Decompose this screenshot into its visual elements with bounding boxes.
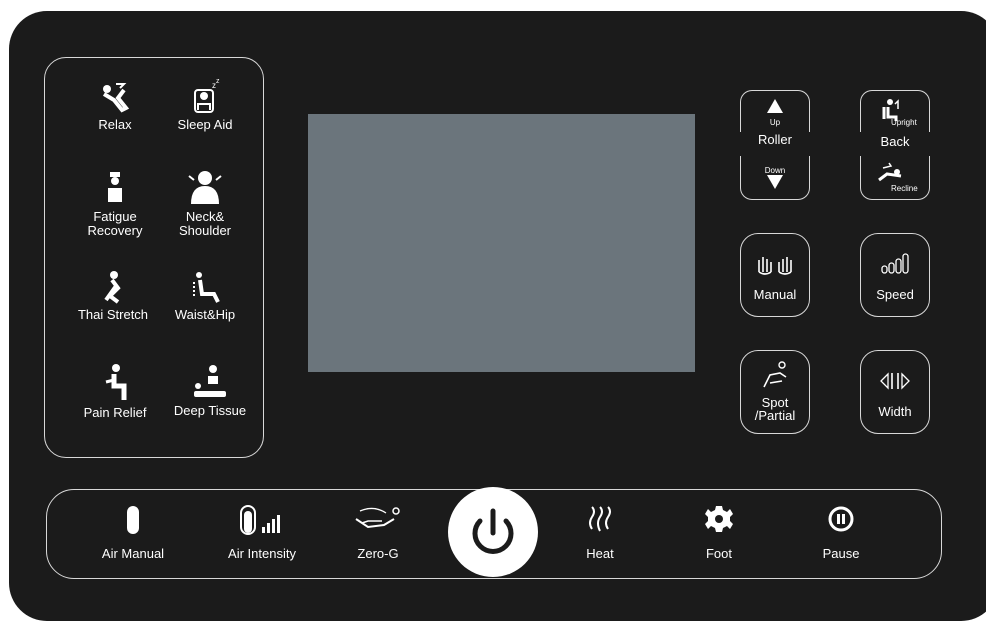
mode-neck-shoulder-button[interactable]: Neck& Shoulder xyxy=(150,168,260,238)
sleep-aid-icon: zz xyxy=(194,78,220,113)
hands-icon xyxy=(758,257,792,275)
pain-relief-icon xyxy=(105,364,127,400)
air-cell-icon xyxy=(127,506,139,534)
speed-button[interactable]: Speed xyxy=(860,233,930,317)
fatigue-recovery-icon xyxy=(108,172,122,202)
air-intensity-button[interactable]: Air Intensity xyxy=(212,505,312,561)
pause-label: Pause xyxy=(822,546,860,561)
manual-button[interactable]: Manual xyxy=(740,233,810,317)
mode-pain-relief-button[interactable]: Pain Relief xyxy=(60,364,170,420)
foot-label: Foot xyxy=(705,546,732,561)
roller-down-button[interactable]: Down xyxy=(740,156,810,200)
manual-label: Manual xyxy=(753,287,797,302)
gear-icon xyxy=(705,506,733,532)
mode-deep-tissue-button[interactable]: Deep Tissue xyxy=(155,364,265,418)
recline-seat-icon xyxy=(878,162,902,182)
spot-seat-icon xyxy=(763,361,787,388)
roller-up-label: Up xyxy=(769,118,781,127)
air-manual-button[interactable]: Air Manual xyxy=(88,505,178,561)
mode-label: Neck& Shoulder xyxy=(178,209,232,238)
svg-text:z: z xyxy=(216,78,220,85)
roller-down-label: Down xyxy=(764,166,786,175)
power-icon xyxy=(472,508,514,554)
mode-label: Waist&Hip xyxy=(174,307,236,322)
foot-button[interactable]: Foot xyxy=(684,505,754,561)
thai-stretch-icon xyxy=(104,271,121,304)
air-intensity-icon xyxy=(240,505,280,535)
width-label: Width xyxy=(878,404,912,419)
width-arrows-icon xyxy=(880,372,910,390)
relax-icon xyxy=(102,83,130,113)
arrow-up-icon xyxy=(767,99,783,113)
pause-icon xyxy=(828,506,854,532)
pause-button[interactable]: Pause xyxy=(806,505,876,561)
mode-label: Deep Tissue xyxy=(173,403,247,418)
back-upright-button[interactable]: Upright xyxy=(860,90,930,132)
waist-hip-icon xyxy=(193,272,220,303)
mode-sleep-aid-button[interactable]: zz Sleep Aid xyxy=(150,78,260,132)
upright-label: Upright xyxy=(891,118,917,127)
mode-waist-hip-button[interactable]: Waist&Hip xyxy=(150,270,260,322)
width-button[interactable]: Width xyxy=(860,350,930,434)
roller-label: Roller xyxy=(758,132,792,147)
roller-up-button[interactable]: Up xyxy=(740,90,810,132)
heat-button[interactable]: Heat xyxy=(565,505,635,561)
speed-bars-icon xyxy=(881,253,909,274)
neck-shoulder-icon xyxy=(188,171,222,204)
mode-label: Sleep Aid xyxy=(177,117,233,132)
deep-tissue-icon xyxy=(194,365,226,397)
back-label: Back xyxy=(880,134,910,149)
arrow-down-icon xyxy=(767,175,783,189)
zero-gravity-icon xyxy=(355,507,400,529)
recline-label: Recline xyxy=(891,184,918,193)
back-recline-button[interactable]: Recline xyxy=(860,156,930,200)
heat-waves-icon xyxy=(589,506,611,532)
display-screen xyxy=(308,114,695,372)
spot-label: Spot /Partial xyxy=(754,395,796,423)
spot-partial-button[interactable]: Spot /Partial xyxy=(740,350,810,434)
speed-label: Speed xyxy=(876,287,914,302)
air-intensity-label: Air Intensity xyxy=(228,546,296,561)
zero-g-button[interactable]: Zero-G xyxy=(338,505,418,561)
heat-label: Heat xyxy=(586,546,614,561)
air-manual-label: Air Manual xyxy=(101,546,165,561)
mode-label: Pain Relief xyxy=(83,405,147,420)
power-button[interactable] xyxy=(448,487,538,577)
zero-g-label: Zero-G xyxy=(357,546,399,561)
